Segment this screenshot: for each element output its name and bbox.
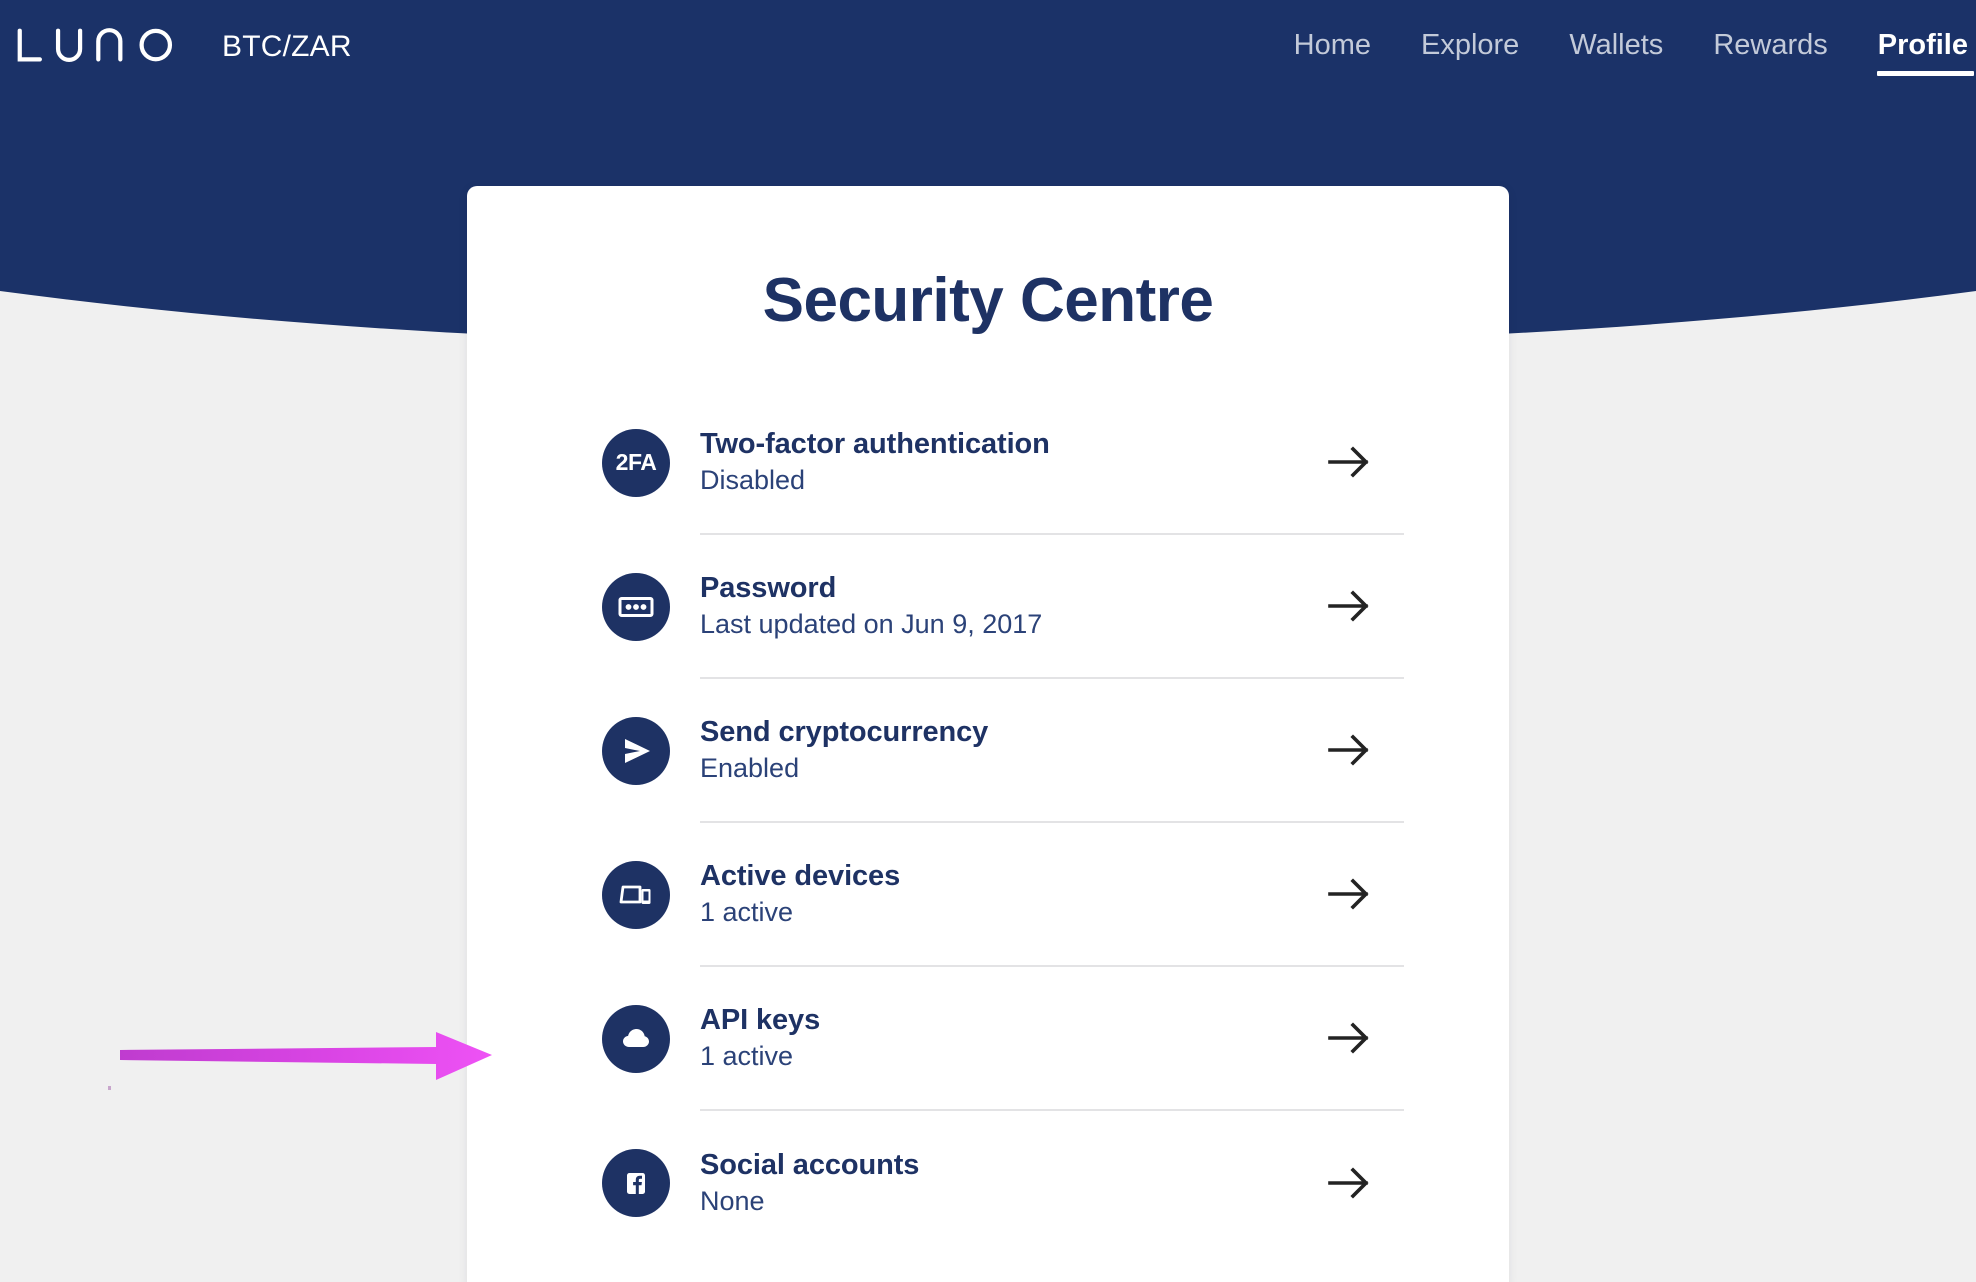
arrow-right-icon[interactable] <box>1294 1021 1404 1055</box>
security-item-text: Two-factor authentication Disabled <box>700 428 1294 496</box>
2fa-icon: 2FA <box>602 428 670 497</box>
trading-pair-label[interactable]: BTC/ZAR <box>222 31 352 62</box>
security-item-social-accounts[interactable]: Social accounts None <box>572 1111 1404 1255</box>
security-item-text: Send cryptocurrency Enabled <box>700 716 1294 784</box>
arrow-right-icon[interactable] <box>1294 877 1404 911</box>
security-item-status: None <box>700 1186 765 1217</box>
security-item-text: API keys 1 active <box>700 1004 1294 1072</box>
arrow-right-icon[interactable] <box>1294 733 1404 767</box>
nav-item-rewards[interactable]: Rewards <box>1713 1 1827 90</box>
send-paper-plane-icon <box>602 716 670 785</box>
security-item-title: Two-factor authentication <box>700 427 1050 460</box>
security-item-title: API keys <box>700 1003 821 1036</box>
security-item-send-cryptocurrency[interactable]: Send cryptocurrency Enabled <box>572 679 1404 823</box>
security-item-status: Enabled <box>700 753 800 784</box>
password-dots-icon <box>602 572 670 641</box>
arrow-right-icon[interactable] <box>1294 1166 1404 1200</box>
cloud-icon <box>602 1004 670 1073</box>
arrow-right-icon[interactable] <box>1294 589 1404 623</box>
security-item-active-devices[interactable]: Active devices 1 active <box>572 823 1404 967</box>
top-navigation-bar: BTC/ZAR Home Explore Wallets Rewards Pro… <box>0 0 1976 91</box>
security-item-text: Social accounts None <box>700 1149 1294 1217</box>
security-item-body: Social accounts None <box>700 1111 1404 1255</box>
security-item-two-factor-authentication[interactable]: 2FA Two-factor authentication Disabled <box>572 391 1404 535</box>
security-item-status: 1 active <box>700 1041 794 1072</box>
security-item-title: Social accounts <box>700 1148 920 1181</box>
topbar-left-group: BTC/ZAR <box>14 23 352 69</box>
security-item-body: Send cryptocurrency Enabled <box>700 679 1404 823</box>
security-item-status: 1 active <box>700 897 794 928</box>
app-page: BTC/ZAR Home Explore Wallets Rewards Pro… <box>0 0 1976 1282</box>
security-item-password[interactable]: Password Last updated on Jun 9, 2017 <box>572 535 1404 679</box>
security-item-status: Last updated on Jun 9, 2017 <box>700 609 1043 640</box>
security-item-body: API keys 1 active <box>700 967 1404 1111</box>
annotation-dot <box>108 1086 111 1090</box>
security-item-text: Active devices 1 active <box>700 860 1294 928</box>
security-item-api-keys[interactable]: API keys 1 active <box>572 967 1404 1111</box>
security-item-text: Password Last updated on Jun 9, 2017 <box>700 572 1294 640</box>
security-items-list: 2FA Two-factor authentication Disabled P… <box>572 391 1404 1255</box>
nav-item-profile[interactable]: Profile <box>1876 1 1975 90</box>
luno-logo[interactable] <box>14 23 196 69</box>
security-item-title: Send cryptocurrency <box>700 715 989 748</box>
security-item-title: Active devices <box>700 859 901 892</box>
nav-item-explore[interactable]: Explore <box>1421 1 1519 90</box>
devices-icon <box>602 860 670 929</box>
security-item-body: Two-factor authentication Disabled <box>700 391 1404 535</box>
2fa-icon-label: 2FA <box>615 449 657 476</box>
security-item-title: Password <box>700 571 837 604</box>
primary-nav: Home Explore Wallets Rewards Profile <box>1294 0 1976 91</box>
nav-item-home[interactable]: Home <box>1294 1 1371 90</box>
arrow-right-icon[interactable] <box>1294 445 1404 479</box>
nav-item-wallets[interactable]: Wallets <box>1569 1 1663 90</box>
facebook-icon <box>602 1148 670 1217</box>
security-centre-card: Security Centre 2FA Two-factor authentic… <box>467 186 1509 1282</box>
security-item-status: Disabled <box>700 465 806 496</box>
page-title: Security Centre <box>762 266 1214 335</box>
security-item-body: Password Last updated on Jun 9, 2017 <box>700 535 1404 679</box>
security-item-body: Active devices 1 active <box>700 823 1404 967</box>
